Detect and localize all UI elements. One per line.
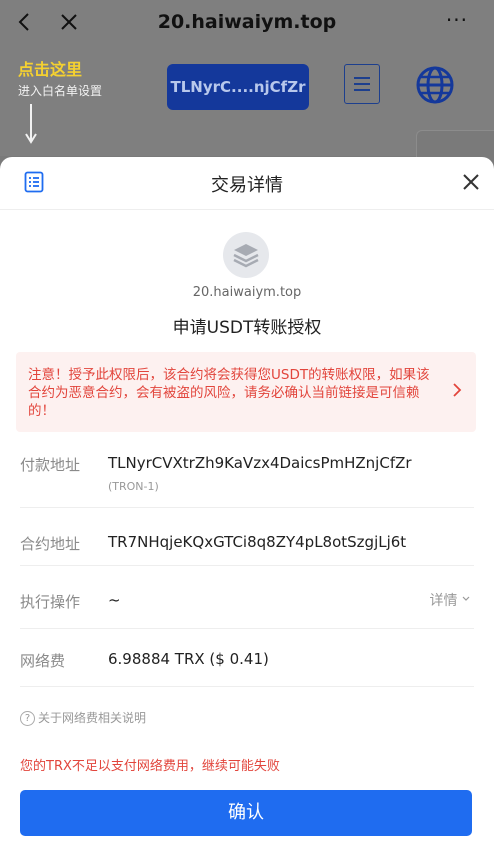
question-icon: ? [20,711,35,726]
dapp-logo [223,232,269,278]
chevron-down-icon [462,596,470,601]
confirm-button[interactable]: 确认 [20,790,472,836]
more-menu-icon[interactable]: ··· [446,8,468,32]
dapp-header: 点击这里 进入白名单设置 TLNyrC....njCfZr [0,46,494,172]
fee-help-link[interactable]: ? 关于网络费相关说明 [20,709,146,726]
operation-detail-label: 详情 [429,593,458,609]
wallet-address-button[interactable]: TLNyrC....njCfZr [167,64,309,110]
operation-value: ~ [108,591,121,609]
fee-label: 网络费 [20,652,66,670]
payer-address: TLNyrCVXtrZh9KaVzx4DaicsPmHZnjCfZr [108,454,412,472]
whitelist-tip-subtitle: 进入白名单设置 [18,84,103,98]
down-arrow-icon [25,104,37,144]
network-fee-row: 网络费 6.98884 TRX ($ 0.41) [20,628,474,687]
whitelist-tip-title[interactable]: 点击这里 [18,56,82,80]
chevron-right-icon [453,383,462,397]
sheet-title: 交易详情 [211,175,283,196]
transaction-sheet: 交易详情 20.haiwaiym.top 申请USDT转账授权 注意！授予此权限… [0,157,494,852]
operation-detail-link[interactable]: 详情 [430,590,470,610]
hamburger-menu-icon[interactable] [344,64,380,104]
operation-label: 执行操作 [20,593,81,611]
page-url: 20.haiwaiym.top [157,11,337,33]
payer-network: (TRON-1) [108,480,159,493]
payer-label: 付款地址 [20,456,81,474]
close-sheet-icon[interactable] [460,171,482,193]
sheet-header: 交易详情 [0,157,494,210]
contract-address-row: 合约地址 TR7NHqjeKQxGTCi8q8ZY4pL8otSzgjLj6t [20,507,474,566]
insufficient-balance-error: 您的TRX不足以支付网络费用，继续可能失败 [20,759,280,774]
globe-icon[interactable] [416,66,454,104]
operation-row: 执行操作 ~ 详情 [20,565,474,629]
layers-icon [233,244,259,268]
dapp-domain: 20.haiwaiym.top [192,285,302,300]
warning-banner[interactable]: 注意！授予此权限后，该合约将会获得您USDT的转账权限，如果该合约为恶意合约，会… [16,352,476,432]
fee-value: 6.98884 TRX ($ 0.41) [108,650,269,668]
request-title: 申请USDT转账授权 [172,318,322,338]
contract-address: TR7NHqjeKQxGTCi8q8ZY4pL8otSzgjLj6t [108,533,407,551]
contract-label: 合约地址 [20,535,81,553]
warning-text: 注意！授予此权限后，该合约将会获得您USDT的转账权限，如果该合约为恶意合约，会… [28,367,430,419]
fee-help-text: 关于网络费相关说明 [38,711,147,725]
browser-bar: 20.haiwaiym.top ··· [0,0,494,46]
payer-address-row: 付款地址 TLNyrCVXtrZh9KaVzx4DaicsPmHZnjCfZr … [20,442,474,508]
